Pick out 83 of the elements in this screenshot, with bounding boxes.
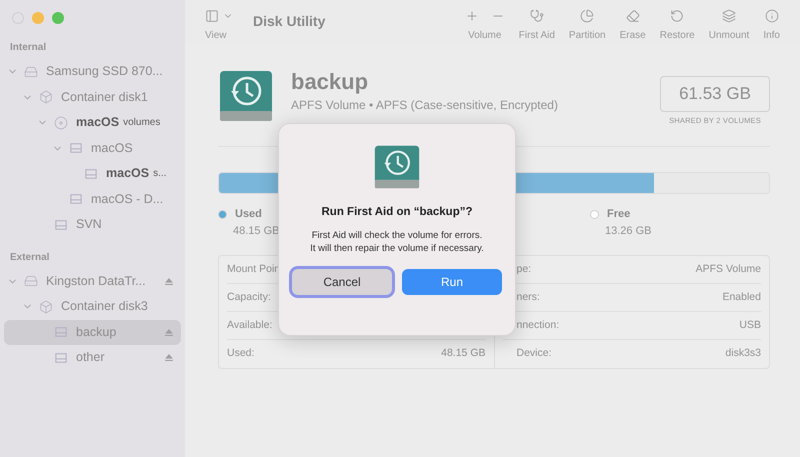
item-name: Container disk3: [61, 298, 148, 316]
sidebar-item[interactable]: backup: [4, 320, 181, 345]
toolbar-label: Partition: [568, 29, 606, 43]
detail-value: APFS Volume: [696, 262, 761, 277]
detail-label: pe:: [516, 262, 532, 277]
sidebar-item[interactable]: macOS - D...: [4, 186, 181, 212]
sidebar-icon[interactable]: [205, 9, 219, 23]
sidebar-item[interactable]: Samsung SSD 870...: [4, 59, 181, 84]
eject-icon[interactable]: [165, 354, 173, 362]
stethoscope-icon[interactable]: [530, 9, 544, 23]
drive-icon: [24, 64, 38, 79]
item-name: macOS: [91, 140, 133, 157]
detail-value: USB: [739, 318, 761, 333]
box-icon: [39, 300, 53, 314]
toolbar-label: Volume: [468, 29, 502, 43]
info-icon[interactable]: [764, 9, 779, 23]
sidebar-item[interactable]: macOS s...: [4, 161, 181, 186]
detail-label: Available:: [227, 318, 272, 333]
detail-label: nnection:: [516, 318, 560, 333]
box-icon: [39, 90, 53, 104]
eject-icon[interactable]: [165, 328, 173, 336]
detail-value: 48.15 GB: [441, 346, 486, 362]
drive-icon: [69, 193, 83, 206]
drive-icon: [54, 352, 68, 364]
toolbar-label: Unmount: [708, 29, 750, 43]
sidebar-item[interactable]: Container disk1: [4, 84, 181, 110]
item-name: backup: [76, 324, 116, 341]
dialog-message: First Aid will check the volume for errors. It will then repair the volume if necessary.: [309, 229, 485, 256]
window-title: Disk Utility: [253, 12, 326, 31]
sidebar-item[interactable]: Container disk3: [4, 294, 181, 320]
detail-value: disk3s3: [725, 346, 761, 362]
capacity-box: 61.53 GB: [660, 76, 770, 112]
item-name: macOS - D...: [91, 190, 164, 208]
dialog-title: Run First Aid on “backup”?: [322, 205, 472, 220]
disc-icon: [54, 116, 68, 130]
sidebar-item[interactable]: macOS volumes: [4, 110, 181, 136]
minimize-button[interactable]: [32, 12, 44, 24]
toolbar-label: Erase: [620, 29, 646, 43]
detail-label: Capacity:: [227, 290, 271, 305]
eraser-icon[interactable]: [626, 9, 640, 23]
item-name: macOS: [76, 114, 120, 132]
plus-icon[interactable]: [464, 9, 479, 23]
pie-chart-icon[interactable]: [580, 9, 594, 23]
item-name: macOS: [106, 165, 150, 182]
toolbar-label: Restore: [660, 29, 695, 43]
item-detail: volumes: [123, 116, 160, 130]
item-name: other: [76, 349, 104, 366]
detail-label: ners:: [516, 290, 540, 305]
detail-label: Device:: [516, 346, 552, 362]
item-name: SVN: [76, 216, 102, 234]
section-heading: External: [9, 250, 50, 264]
run-button[interactable]: Run: [402, 269, 502, 296]
drive-icon: [54, 326, 68, 338]
drive-icon: [24, 274, 38, 288]
detail-label: Used:: [227, 346, 254, 362]
detail-value: Enabled: [722, 290, 761, 305]
volume-name: backup: [291, 68, 370, 96]
toolbar-label: View: [205, 29, 226, 43]
legend-label: Free: [607, 207, 630, 222]
layers-icon[interactable]: [722, 9, 736, 23]
item-detail: s...: [153, 167, 166, 182]
sidebar-item[interactable]: other: [4, 345, 181, 370]
item-name: Container disk1: [61, 88, 148, 106]
volume-description: APFS Volume • APFS (Case-sensitive, Encrypted): [291, 97, 558, 114]
zoom-button[interactable]: [52, 12, 64, 24]
legend-value: 13.26 GB: [605, 224, 652, 239]
section-heading: Internal: [9, 41, 48, 55]
sidebar-item[interactable]: macOS: [4, 136, 181, 161]
toolbar-label: Info: [763, 29, 780, 43]
legend-label: Used: [235, 207, 262, 222]
toolbar-label: First Aid: [518, 29, 555, 43]
drive-icon: [373, 144, 421, 190]
drive-icon: [84, 168, 98, 180]
item-name: Samsung SSD 870...: [46, 63, 163, 80]
drive-icon: [218, 69, 274, 123]
drive-icon: [54, 218, 68, 231]
sidebar-item[interactable]: Kingston DataTr...: [4, 268, 181, 294]
restore-icon[interactable]: [670, 9, 684, 23]
eject-icon[interactable]: [165, 278, 173, 285]
item-name: Kingston DataTr...: [46, 272, 146, 290]
drive-icon: [69, 142, 83, 154]
sidebar-item[interactable]: SVN: [4, 212, 181, 238]
cancel-button[interactable]: Cancel: [292, 269, 392, 296]
